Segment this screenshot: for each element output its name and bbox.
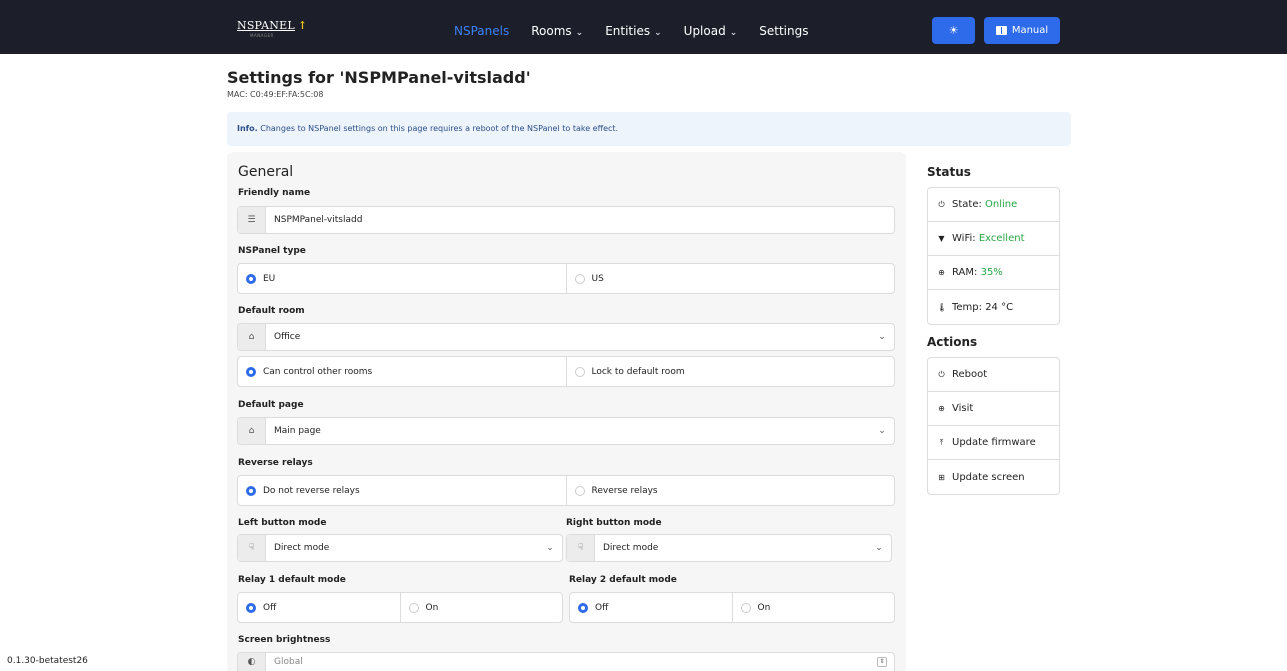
status-ram: ⊕ RAM: 35% — [928, 256, 1059, 290]
radio-do-not-reverse-relays[interactable]: Do not reverse relays — [238, 476, 567, 505]
brand-logo[interactable]: NSPANEL ↑ — [237, 19, 307, 32]
update-firmware-button[interactable]: ⤒ Update firmware — [928, 426, 1059, 460]
radio-relay2-off[interactable]: Off — [570, 593, 733, 622]
default-page-select[interactable]: ⌂ Main page ⌄ — [237, 417, 895, 445]
page-title: Settings for 'NSPMPanel-vitsladd' — [227, 68, 531, 87]
screen-brightness-input[interactable]: ◐ Global ⇕ — [237, 652, 895, 671]
left-button-mode-label: Left button mode — [238, 518, 327, 528]
id-card-icon: ☰ — [238, 207, 266, 233]
nav-item-entities[interactable]: Entities ⌄ — [605, 24, 661, 38]
version-label: 0.1.30-betatest26 — [7, 656, 88, 666]
brightness-icon: ◐ — [238, 653, 266, 671]
nav-menu: NSPanels Rooms ⌄ Entities ⌄ Upload ⌄ Settin… — [454, 24, 830, 38]
status-wifi: ▼ WiFi: Excellent — [928, 222, 1059, 256]
radio-checked-icon — [246, 366, 256, 377]
button-icon: ☟ — [238, 535, 266, 561]
actions-list: ⏻ Reboot ⊕ Visit ⤒ Update firmware ⊞ Update … — [927, 357, 1060, 495]
navbar: NSPANEL ↑ MANAGER NSPanels Rooms ⌄ Entitie… — [0, 0, 1287, 54]
book-icon — [995, 26, 1007, 35]
chevron-down-icon: ⌄ — [875, 543, 883, 553]
friendly-name-label: Friendly name — [238, 188, 311, 198]
section-title-general: General — [238, 164, 294, 180]
radio-checked-icon — [578, 602, 588, 613]
wifi-value: Excellent — [978, 233, 1025, 244]
thermometer-icon: 🌡︎ — [937, 302, 948, 312]
nav-item-rooms[interactable]: Rooms ⌄ — [531, 24, 583, 38]
chevron-down-icon: ⌄ — [878, 426, 886, 436]
chevron-down-icon: ⌄ — [729, 28, 738, 38]
power-icon: ⏻ — [938, 199, 945, 209]
mac-address: MAC: C0:49:EF:FA:5C:08 — [227, 90, 324, 99]
actions-title: Actions — [927, 335, 978, 349]
nav-item-nspanels[interactable]: NSPanels — [454, 24, 509, 38]
left-button-mode-select[interactable]: ☟ Direct mode ⌄ — [237, 534, 563, 562]
status-temp: 🌡︎ Temp: 24 °C — [937, 301, 1014, 313]
default-page-label: Default page — [238, 400, 304, 410]
chevron-down-icon: ⌄ — [878, 332, 886, 342]
screen-brightness-label: Screen brightness — [238, 635, 331, 645]
home-icon: ⌂ — [238, 324, 266, 350]
radio-unchecked-icon — [574, 366, 585, 377]
default-room-label: Default room — [238, 306, 305, 316]
radio-lock-to-default-room[interactable]: Lock to default room — [567, 357, 895, 386]
nspanel-type-label: NSPanel type — [238, 246, 306, 256]
radio-reverse-relays[interactable]: Reverse relays — [567, 476, 895, 505]
right-button-mode-label: Right button mode — [566, 518, 662, 528]
info-alert: Info. Changes to NSPanel settings on thi… — [227, 112, 1071, 146]
radio-type-us[interactable]: US — [567, 264, 895, 293]
reverse-relays-radio-group: Do not reverse relays Reverse relays — [237, 475, 895, 506]
nav-item-settings[interactable]: Settings — [759, 24, 808, 38]
relay1-radio-group: Off On — [237, 592, 563, 623]
chevron-down-icon: ⌄ — [546, 543, 554, 553]
nspanel-type-radio-group: EU US — [237, 263, 895, 294]
brand-subtitle: MANAGER — [250, 33, 274, 38]
arrow-up-icon: ↑ — [297, 19, 308, 32]
visit-button[interactable]: ⊕ Visit — [928, 392, 1059, 426]
memory-icon: ⊕ — [938, 268, 945, 277]
radio-can-control-other-rooms[interactable]: Can control other rooms — [238, 357, 567, 386]
stepper-icon[interactable]: ⇕ — [870, 657, 894, 667]
radio-relay1-on[interactable]: On — [401, 593, 563, 622]
power-icon: ⏻ — [938, 369, 945, 379]
state-value: Online — [985, 199, 1018, 210]
radio-unchecked-icon — [740, 602, 751, 613]
radio-unchecked-icon — [574, 485, 585, 496]
manual-button[interactable]: Manual — [984, 17, 1060, 44]
friendly-name-input[interactable]: ☰ NSPMPanel-vitsladd — [237, 206, 895, 234]
reverse-relays-label: Reverse relays — [238, 458, 313, 468]
wifi-icon: ▼ — [938, 234, 945, 243]
globe-icon: ⊕ — [938, 404, 945, 413]
status-list: ⏻ State: Online ▼ WiFi: Excellent ⊕ RAM: 35… — [927, 187, 1060, 325]
relay2-radio-group: Off On — [569, 592, 895, 623]
radio-unchecked-icon — [574, 273, 585, 284]
button-icon: ☟ — [567, 535, 595, 561]
chevron-down-icon: ⌄ — [654, 28, 662, 38]
upload-icon: ⤒ — [939, 437, 944, 447]
chevron-down-icon: ⌄ — [575, 28, 584, 38]
radio-relay1-off[interactable]: Off — [238, 593, 401, 622]
nav-item-upload[interactable]: Upload ⌄ — [684, 24, 738, 38]
relay1-default-mode-label: Relay 1 default mode — [238, 575, 346, 585]
radio-checked-icon — [246, 273, 256, 284]
reboot-button[interactable]: ⏻ Reboot — [928, 358, 1059, 392]
update-screen-button[interactable]: ⊞ Update screen — [928, 460, 1059, 494]
radio-unchecked-icon — [408, 602, 419, 613]
room-control-radio-group: Can control other rooms Lock to default … — [237, 356, 895, 387]
radio-type-eu[interactable]: EU — [238, 264, 567, 293]
relay2-default-mode-label: Relay 2 default mode — [569, 575, 677, 585]
theme-toggle-button[interactable]: ☀︎ — [932, 17, 975, 44]
default-room-select[interactable]: ⌂ Office ⌄ — [237, 323, 895, 351]
theme-toggle-icon: ☀︎ — [948, 24, 959, 37]
radio-checked-icon — [246, 602, 256, 613]
status-title: Status — [927, 165, 971, 179]
status-state: ⏻ State: Online — [928, 188, 1059, 222]
right-button-mode-select[interactable]: ☟ Direct mode ⌄ — [566, 534, 892, 562]
screen-icon: ⊞ — [938, 472, 945, 482]
home-icon: ⌂ — [238, 418, 266, 444]
radio-relay2-on[interactable]: On — [733, 593, 895, 622]
ram-value: 35% — [980, 267, 1003, 278]
radio-checked-icon — [246, 485, 256, 496]
